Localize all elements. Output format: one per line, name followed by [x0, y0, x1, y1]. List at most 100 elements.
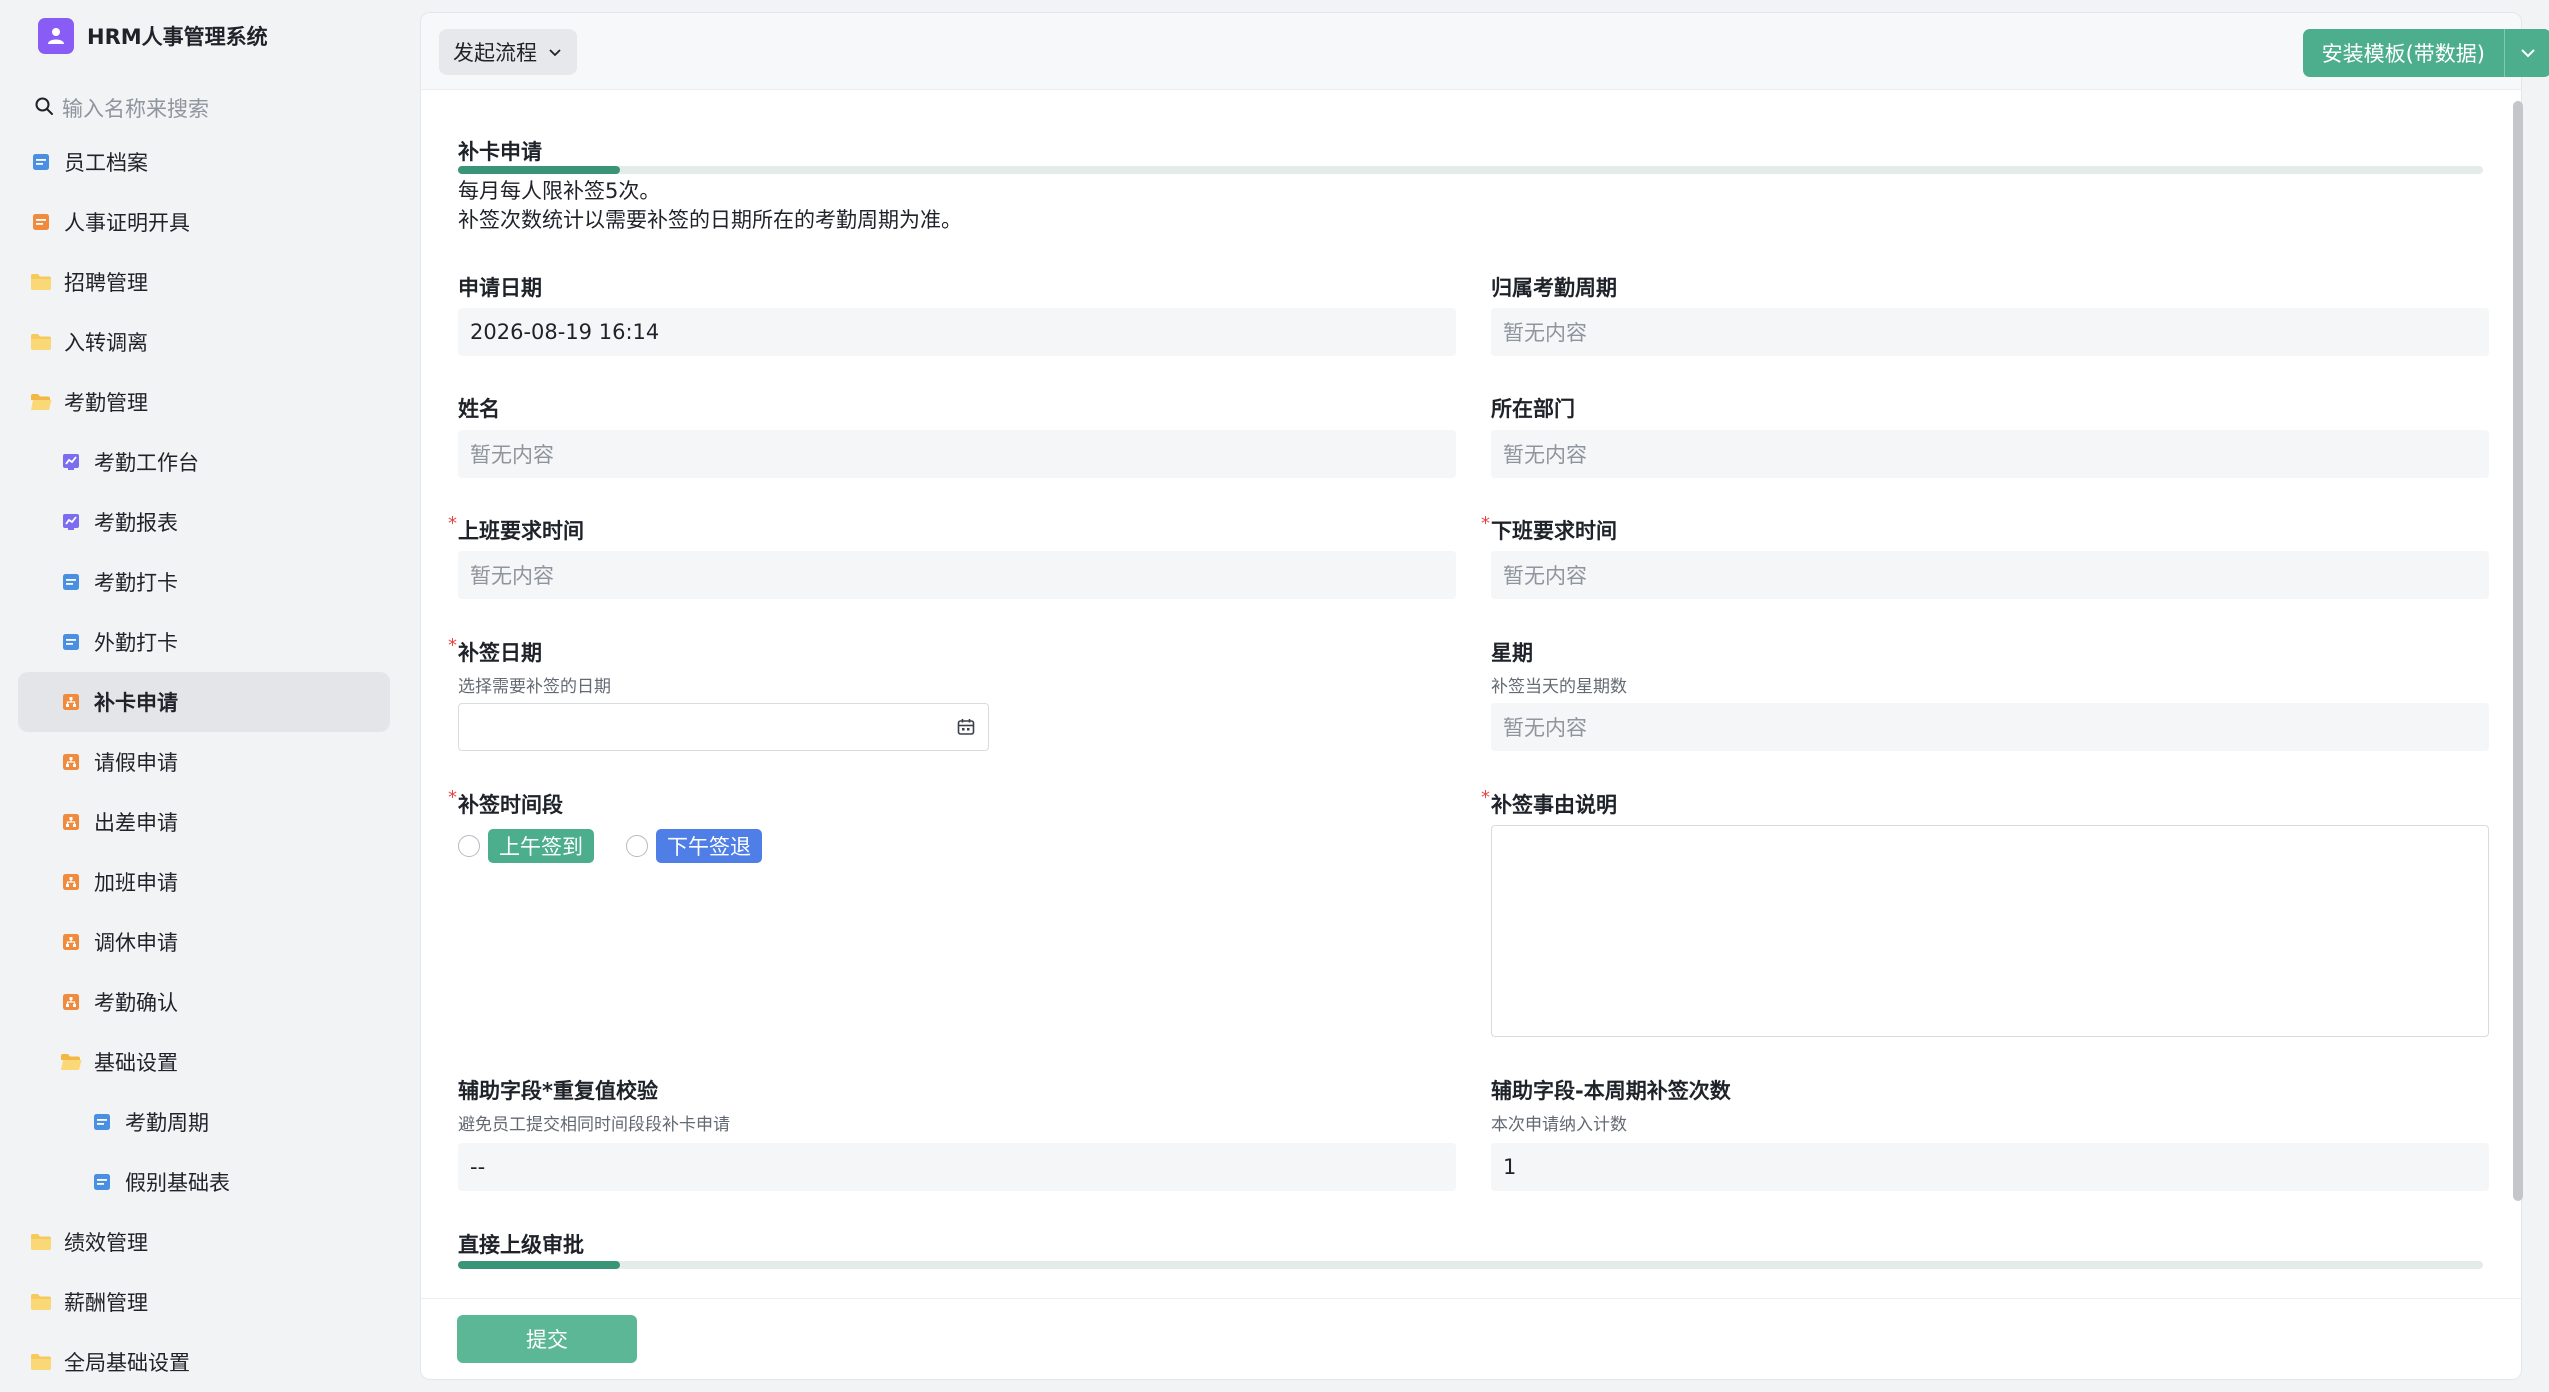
sidebar-item-label: 假别基础表 — [125, 1171, 230, 1195]
sidebar: HRM人事管理系统 输入名称来搜索 员工档案人事证明开具 招聘管理入转调离考勤管理… — [0, 0, 410, 1391]
dept-field: 暂无内容 — [1491, 430, 2489, 478]
sidebar-item[interactable]: 请假申请 — [18, 732, 390, 792]
workflow-icon — [60, 991, 82, 1013]
folder-open-icon — [60, 1051, 82, 1073]
form-footer: 提交 — [421, 1298, 2521, 1379]
sidebar-item[interactable]: 出差申请 — [18, 792, 390, 852]
sidebar-item-label: 基础设置 — [94, 1051, 178, 1075]
sidebar-item[interactable]: 薪酬管理 — [18, 1272, 390, 1332]
install-template-button[interactable]: 安装模板(带数据) — [2302, 29, 2504, 77]
app-title: HRM人事管理系统 — [87, 25, 268, 49]
sign-date-input[interactable] — [458, 703, 989, 751]
reason-textarea[interactable] — [1491, 825, 2489, 1037]
app-header: HRM人事管理系统 — [38, 18, 268, 54]
doc-icon — [30, 151, 52, 173]
sidebar-item[interactable]: 加班申请 — [18, 852, 390, 912]
section-desc-line1: 每月每人限补签5次。 — [458, 179, 661, 203]
sidebar-item[interactable]: 外勤打卡 — [18, 612, 390, 672]
sidebar-item-label: 调休申请 — [94, 931, 178, 955]
folder-icon — [30, 1291, 52, 1313]
submit-button[interactable]: 提交 — [457, 1315, 637, 1363]
doc-icon — [91, 1111, 113, 1133]
name-field: 暂无内容 — [458, 430, 1456, 478]
sidebar-item[interactable]: 入转调离 — [18, 312, 390, 372]
start-flow-button[interactable]: 发起流程 — [439, 29, 577, 75]
toolbar: 发起流程 安装模板(带数据) — [421, 13, 2549, 90]
sign-date-hint: 选择需要补签的日期 — [458, 677, 611, 697]
sidebar-item-label: 考勤管理 — [64, 391, 148, 415]
install-dropdown-button[interactable] — [2504, 29, 2549, 77]
radio-button[interactable] — [626, 835, 648, 857]
sidebar-item-label: 考勤打卡 — [94, 571, 178, 595]
sidebar-item[interactable]: 假别基础表 — [18, 1152, 390, 1212]
section-title-apply: 补卡申请 — [458, 140, 542, 164]
workflow-icon — [60, 811, 82, 833]
cycle-count-label: 辅助字段-本周期补签次数 — [1491, 1079, 1731, 1103]
on-time-label: * 上班要求时间 — [448, 513, 584, 545]
sidebar-item[interactable]: 全局基础设置 — [18, 1332, 390, 1392]
off-time-field: 暂无内容 — [1491, 551, 2489, 599]
weekday-field: 暂无内容 — [1491, 703, 2489, 751]
app-logo-icon — [38, 18, 74, 54]
sidebar-item[interactable]: 人事证明开具 — [18, 192, 390, 252]
folder-icon — [30, 1351, 52, 1373]
weekday-hint: 补签当天的星期数 — [1491, 677, 1627, 697]
sidebar-item[interactable]: 招聘管理 — [18, 252, 390, 312]
sidebar-item-label: 外勤打卡 — [94, 631, 178, 655]
workflow-icon — [60, 751, 82, 773]
chevron-down-icon — [2521, 49, 2535, 58]
slot-option-afternoon[interactable]: 下午签退 — [626, 829, 762, 863]
sidebar-item[interactable]: 考勤工作台 — [18, 432, 390, 492]
dup-check-label: 辅助字段*重复值校验 — [458, 1079, 658, 1103]
start-flow-label: 发起流程 — [453, 41, 537, 65]
sidebar-nav: 员工档案人事证明开具 招聘管理入转调离考勤管理考勤工作台考勤报表考勤打卡外勤打卡补… — [18, 132, 390, 1392]
sidebar-item-label: 出差申请 — [94, 811, 178, 835]
main-panel: 发起流程 安装模板(带数据) 补卡申请 每月每人限补签5次。 补签次数统计以需要… — [420, 12, 2549, 1380]
slot-label-text: 补签时间段 — [458, 793, 563, 817]
sidebar-item-label: 补卡申请 — [94, 691, 178, 715]
sidebar-item[interactable]: 补卡申请 — [18, 672, 390, 732]
install-template-group: 安装模板(带数据) — [2302, 29, 2549, 77]
sidebar-item[interactable]: 调休申请 — [18, 912, 390, 972]
sidebar-item[interactable]: 考勤报表 — [18, 492, 390, 552]
search-input[interactable]: 输入名称来搜索 — [62, 93, 209, 123]
dashboard-icon — [60, 451, 82, 473]
section-divider — [458, 1261, 2483, 1269]
cycle-count-field: 1 — [1491, 1143, 2489, 1191]
sidebar-item-label: 员工档案 — [64, 151, 148, 175]
sidebar-item-label: 考勤周期 — [125, 1111, 209, 1135]
sidebar-item[interactable]: 考勤管理 — [18, 372, 390, 432]
required-mark: * — [448, 787, 457, 808]
sidebar-item[interactable]: 基础设置 — [18, 1032, 390, 1092]
sidebar-item-label: 考勤报表 — [94, 511, 178, 535]
required-mark: * — [448, 513, 457, 534]
sign-date-label: * 补签日期 — [448, 635, 542, 667]
doc-orange-icon — [30, 211, 52, 233]
sidebar-item-label: 绩效管理 — [64, 1231, 148, 1255]
sidebar-item-label: 请假申请 — [94, 751, 178, 775]
sidebar-item[interactable]: 考勤周期 — [18, 1092, 390, 1152]
period-label: 归属考勤周期 — [1491, 276, 1617, 300]
sidebar-item[interactable]: 考勤确认 — [18, 972, 390, 1032]
calendar-icon[interactable] — [956, 717, 976, 737]
radio-button[interactable] — [458, 835, 480, 857]
folder-icon — [30, 271, 52, 293]
slot-option-morning[interactable]: 上午签到 — [458, 829, 594, 863]
sidebar-item[interactable]: 考勤打卡 — [18, 552, 390, 612]
vertical-scrollbar[interactable] — [2513, 101, 2523, 1201]
form-body: 补卡申请 每月每人限补签5次。 补签次数统计以需要补签的日期所在的考勤周期为准。… — [421, 89, 2521, 1299]
chevron-down-icon — [549, 49, 561, 57]
workflow-icon — [60, 871, 82, 893]
reason-label: * 补签事由说明 — [1481, 787, 1617, 819]
sidebar-item[interactable]: 绩效管理 — [18, 1212, 390, 1272]
required-mark: * — [1481, 513, 1490, 534]
search-box[interactable]: 输入名称来搜索 — [34, 90, 209, 126]
sidebar-item-label: 招聘管理 — [64, 271, 148, 295]
slot-label: * 补签时间段 — [448, 787, 563, 819]
sidebar-item[interactable]: 员工档案 — [18, 132, 390, 192]
required-mark: * — [448, 635, 457, 656]
doc-icon — [91, 1171, 113, 1193]
folder-icon — [30, 1231, 52, 1253]
sidebar-item-label: 人事证明开具 — [64, 211, 190, 235]
slot-tag-morning: 上午签到 — [488, 829, 594, 863]
